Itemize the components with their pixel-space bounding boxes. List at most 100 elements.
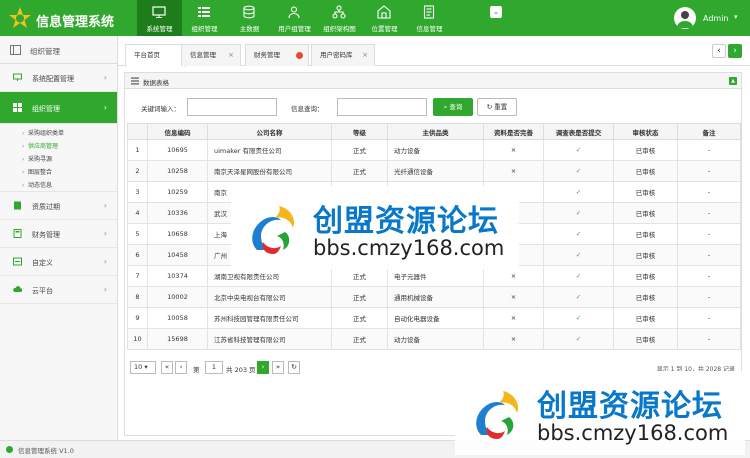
chevron-right-icon: › [103,201,107,210]
cloud-icon [13,286,22,292]
sidebar-item-system-config[interactable]: 系统配置管理 › [0,64,117,92]
nav-info[interactable]: 信息管理 [407,0,452,36]
main-nav: 系统管理 组织管理 主数据 用户组管理 组织架构图 位置管理 信息管理 [137,0,452,36]
prev-page-button[interactable]: ‹ [175,361,187,374]
sidebar-submenu: 采购组织类单 供应商管理 采购寻源 图层整合 动态信息 [0,124,117,192]
tab-home[interactable]: 平台首页 [125,44,185,67]
user-name[interactable]: Admin [703,14,729,23]
table-row[interactable]: 10 15698 江苏省科技管理有限公司 正式 动力设备 × ✓ 已审核 - [127,328,741,350]
table-cell: 4 [127,202,148,224]
table-row[interactable]: 1 10695 uimaker 有限责任公司 正式 动力设备 × ✓ 已审核 - [127,139,741,161]
table-cell: 已审核 [613,307,678,329]
column-header: 调查表是否提交 [543,123,614,140]
keyword-input[interactable] [187,98,277,116]
watermark-url: bbs.cmzy168.com [537,421,729,445]
sidebar-item-org[interactable]: 组织管理 › [0,92,117,124]
nav-org-chart[interactable]: 组织架构图 [317,0,362,36]
custom-icon [13,257,22,266]
sidebar-item-custom[interactable]: 自定义 › [0,248,117,276]
tab-finance[interactable]: 财务管理 [245,44,309,66]
tab-label: 平台首页 [134,51,160,59]
table-cell: ✓ [543,139,614,161]
table-cell: 正式 [331,160,388,182]
database-icon [243,5,255,19]
watermark-logo-icon [252,206,295,254]
menu-icon [10,45,21,55]
table-cell: 7 [127,265,148,287]
close-icon[interactable] [296,52,303,59]
last-page-button[interactable]: » [272,361,284,374]
submenu-item[interactable]: 采购组织类单 [0,127,117,140]
table-cell: × [483,139,544,161]
submenu-item[interactable]: 动态信息 [0,179,117,192]
table-cell: ✓ [543,181,614,203]
sidebar-header: 组织管理 [0,36,117,64]
info-input[interactable] [337,98,427,116]
tab-label: 财务管理 [254,51,280,59]
close-icon[interactable]: × [362,45,368,65]
table-row[interactable]: 2 10258 南京天泽星网股份有限公司 正式 光纤通信设备 × ✓ 已审核 - [127,160,741,182]
table-cell: 正式 [331,286,388,308]
page-input[interactable]: 1 [205,361,223,374]
grid-icon [13,103,22,112]
chevron-right-icon: › [103,285,107,294]
tab-bar: 平台首页 信息管理 × 财务管理 用户密码库 × ‹ › [118,36,750,67]
next-page-button[interactable]: › [257,361,269,374]
sidebar-item-label: 财务管理 [32,231,60,239]
nav-label: 组织管理 [191,25,218,33]
tab-label: 信息管理 [190,51,216,59]
table-row[interactable]: 9 10058 苏州科技园管理有限责任公司 正式 自动化电器设备 × ✓ 已审核 - [127,307,741,329]
submenu-item[interactable]: 图层整合 [0,166,117,179]
submenu-item[interactable]: 采购寻源 [0,153,117,166]
column-header: 信息编码 [147,123,208,140]
table-cell: ✓ [543,244,614,266]
table-cell: 已审核 [613,160,678,182]
query-button[interactable]: ⌕ 查询 [433,98,473,116]
chevron-right-icon: › [103,73,107,82]
table-cell: 10058 [147,307,208,329]
close-icon[interactable]: × [228,45,234,65]
tab-info-management[interactable]: 信息管理 × [181,44,241,66]
refresh-button[interactable]: ↻ [288,361,300,374]
table-cell: - [677,307,741,329]
reset-button[interactable]: ↻ 重置 [477,98,517,116]
table-cell: 10258 [147,160,208,182]
tabs-next-button[interactable]: › [728,44,742,58]
table-cell: 苏州科技园管理有限责任公司 [207,307,332,329]
tab-password-library[interactable]: 用户密码库 × [311,44,375,66]
grid-icon [198,7,210,17]
nav-more-button[interactable]: ⌄ [490,6,502,18]
table-cell: ✓ [543,286,614,308]
sidebar-item-finance[interactable]: 财务管理 › [0,220,117,248]
table-cell: × [483,160,544,182]
footer-text: 信息管理系统 V1.0 [18,447,74,455]
nav-system[interactable]: 系统管理 [137,0,182,36]
status-dot-icon [6,446,13,453]
nav-label: 组织架构图 [323,25,356,33]
first-page-button[interactable]: « [161,361,173,374]
page-size-select[interactable]: 10 ▾ [130,361,156,374]
submenu-item-active[interactable]: 供应商管理 [0,140,117,153]
top-bar: 信息管理系统 系统管理 组织管理 主数据 用户组管理 组织架构图 位置管理 信息… [0,0,750,36]
nav-org[interactable]: 组织管理 [182,0,227,36]
table-cell: 已审核 [613,286,678,308]
table-cell: 已审核 [613,244,678,266]
nav-user-group[interactable]: 用户组管理 [272,0,317,36]
watermark-url: bbs.cmzy168.com [313,236,505,260]
nav-location[interactable]: 位置管理 [362,0,407,36]
table-cell: 已审核 [613,181,678,203]
panel-title: 数据表格 [143,79,169,87]
nav-master-data[interactable]: 主数据 [227,0,272,36]
chevron-right-icon: › [103,103,107,112]
table-cell: ✓ [543,265,614,287]
caret-down-icon[interactable]: ▾ [734,13,738,21]
table-cell: 10 [127,328,148,350]
sidebar-item-expired[interactable]: 资质过期 › [0,192,117,220]
page-prefix: 第 [193,366,200,374]
table-row[interactable]: 8 10002 北京中央电视台有限公司 正式 通用机械设备 × ✓ 已审核 - [127,286,741,308]
collapse-toggle[interactable]: ▲ [729,77,737,85]
avatar[interactable] [674,7,696,29]
sidebar-item-cloud[interactable]: 云平台 › [0,276,117,304]
nav-label: 系统管理 [146,25,173,33]
tabs-prev-button[interactable]: ‹ [712,44,726,58]
